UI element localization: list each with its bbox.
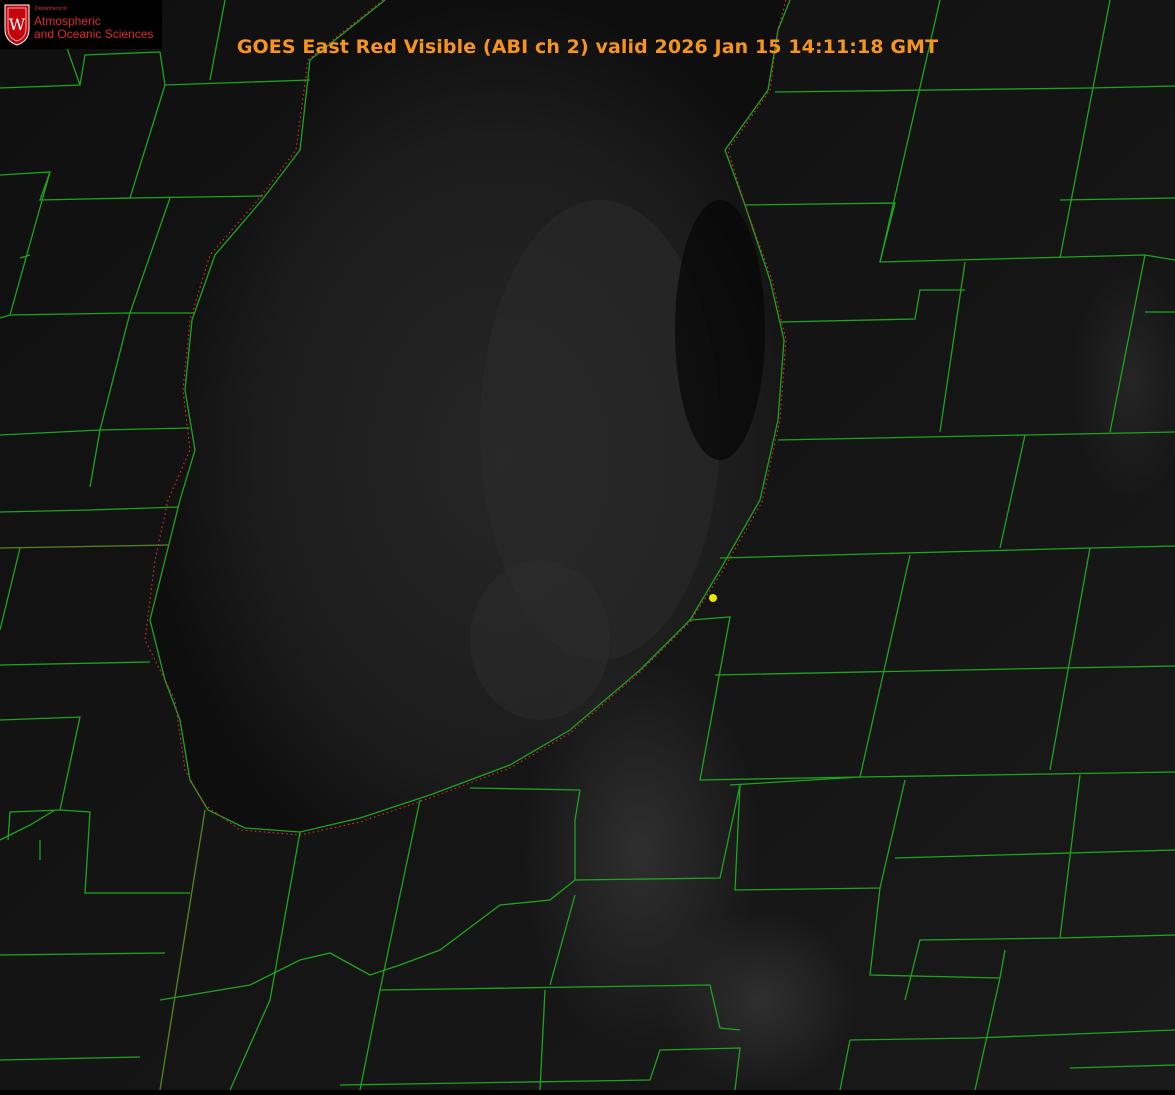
haze	[660, 910, 860, 1090]
map-svg	[0, 0, 1175, 1091]
station-dot-icon	[709, 594, 717, 602]
logo-dept: Department of	[35, 6, 67, 12]
logo-line1: Atmospheric	[34, 14, 101, 28]
satellite-map: W Department of Atmospheric and Oceanic …	[0, 0, 1175, 1091]
image-title: GOES East Red Visible (ABI ch 2) valid 2…	[236, 36, 939, 58]
lake-texture	[675, 200, 765, 460]
crest-letter: W	[9, 15, 26, 34]
